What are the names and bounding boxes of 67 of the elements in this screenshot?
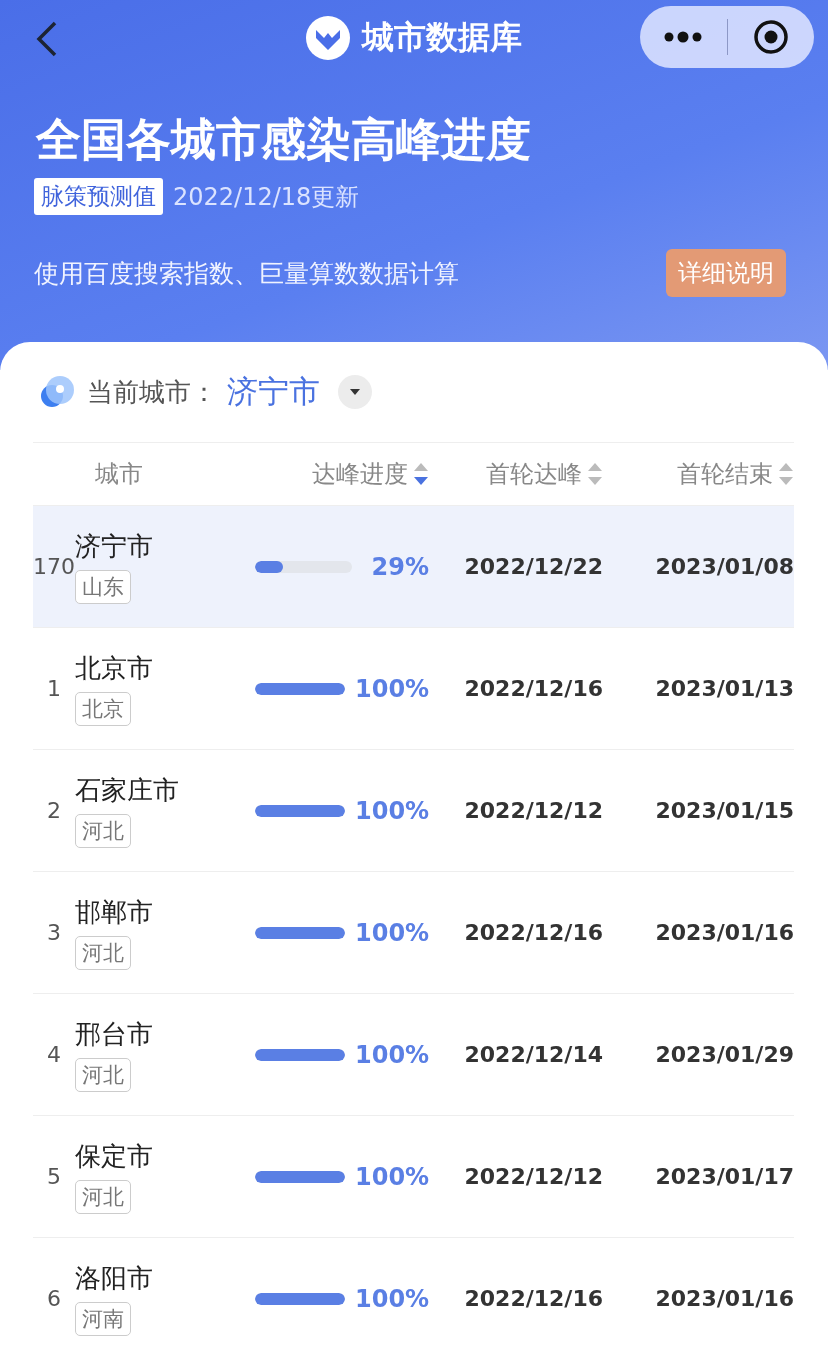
app-title: 城市数据库: [362, 17, 522, 58]
table-row[interactable]: 3 邯郸市 河北 100% 2022/12/16 2023/01/16: [33, 871, 794, 993]
back-icon[interactable]: [34, 20, 58, 58]
city-name: 北京市: [75, 652, 153, 685]
table-row[interactable]: 2 石家庄市 河北 100% 2022/12/12 2023/01/15: [33, 749, 794, 871]
sort-icon[interactable]: [413, 461, 429, 487]
city-name: 保定市: [75, 1140, 153, 1173]
update-date: 2022/12/18更新: [173, 181, 360, 213]
more-icon[interactable]: [663, 31, 704, 43]
current-city-value[interactable]: 济宁市: [227, 371, 320, 413]
province-tag: 河北: [75, 1180, 131, 1214]
peak-date: 2022/12/22: [463, 554, 603, 579]
province-tag: 河北: [75, 936, 131, 970]
progress-percent: 100%: [355, 1040, 429, 1069]
column-header[interactable]: 达峰进度: [312, 458, 408, 490]
page-title: 全国各城市感染高峰进度: [36, 112, 532, 168]
end-date: 2023/01/29: [654, 1042, 794, 1067]
rank: 6: [46, 1286, 62, 1311]
peak-date: 2022/12/16: [463, 676, 603, 701]
province-tag: 山东: [75, 570, 131, 604]
progress-percent: 100%: [355, 1162, 429, 1191]
progress-percent: 100%: [355, 796, 429, 825]
rank: 5: [46, 1164, 62, 1189]
rank: 1: [46, 676, 62, 701]
table-row[interactable]: 4 邢台市 河北 100% 2022/12/14 2023/01/29: [33, 993, 794, 1115]
peak-date: 2022/12/14: [463, 1042, 603, 1067]
column-header[interactable]: 首轮结束: [677, 458, 773, 490]
progress-percent: 100%: [355, 918, 429, 947]
column-header[interactable]: 首轮达峰: [486, 458, 582, 490]
rank: 4: [46, 1042, 62, 1067]
end-date: 2023/01/15: [654, 798, 794, 823]
province-tag: 河北: [75, 1058, 131, 1092]
data-source-text: 使用百度搜索指数、巨量算数数据计算: [34, 257, 459, 290]
rank: 170: [33, 554, 75, 579]
city-name: 邢台市: [75, 1018, 153, 1051]
column-header: 城市: [95, 459, 143, 490]
peak-date: 2022/12/16: [463, 920, 603, 945]
progress-percent: 100%: [355, 674, 429, 703]
prediction-badge: 脉策预测值: [34, 178, 163, 215]
end-date: 2023/01/08: [654, 554, 794, 579]
end-date: 2023/01/16: [654, 920, 794, 945]
table-row[interactable]: 6 洛阳市 河南 100% 2022/12/16 2023/01/16: [33, 1237, 794, 1359]
city-name: 济宁市: [75, 530, 153, 563]
province-tag: 北京: [75, 692, 131, 726]
province-tag: 河北: [75, 814, 131, 848]
rank: 2: [46, 798, 62, 823]
city-name: 洛阳市: [75, 1262, 153, 1295]
end-date: 2023/01/16: [654, 1286, 794, 1311]
current-city-label: 当前城市：: [87, 375, 217, 409]
city-name: 石家庄市: [75, 774, 179, 807]
dropdown-button[interactable]: [338, 375, 372, 409]
rank: 3: [46, 920, 62, 945]
peak-date: 2022/12/16: [463, 1286, 603, 1311]
peak-date: 2022/12/12: [463, 798, 603, 823]
peak-date: 2022/12/12: [463, 1164, 603, 1189]
progress-percent: 29%: [370, 552, 429, 581]
table-row[interactable]: 1 北京市 北京 100% 2022/12/16 2023/01/13: [33, 627, 794, 749]
end-date: 2023/01/13: [654, 676, 794, 701]
city-name: 邯郸市: [75, 896, 153, 929]
close-icon[interactable]: [752, 19, 789, 55]
table-row[interactable]: 170 济宁市 山东 29% 2022/12/22 2023/01/08: [33, 505, 794, 627]
province-tag: 河南: [75, 1302, 131, 1336]
table-row[interactable]: 5 保定市 河北 100% 2022/12/12 2023/01/17: [33, 1115, 794, 1237]
progress-percent: 100%: [355, 1284, 429, 1313]
caret-icon: [349, 388, 361, 396]
end-date: 2023/01/17: [654, 1164, 794, 1189]
logo-icon: [306, 16, 350, 60]
